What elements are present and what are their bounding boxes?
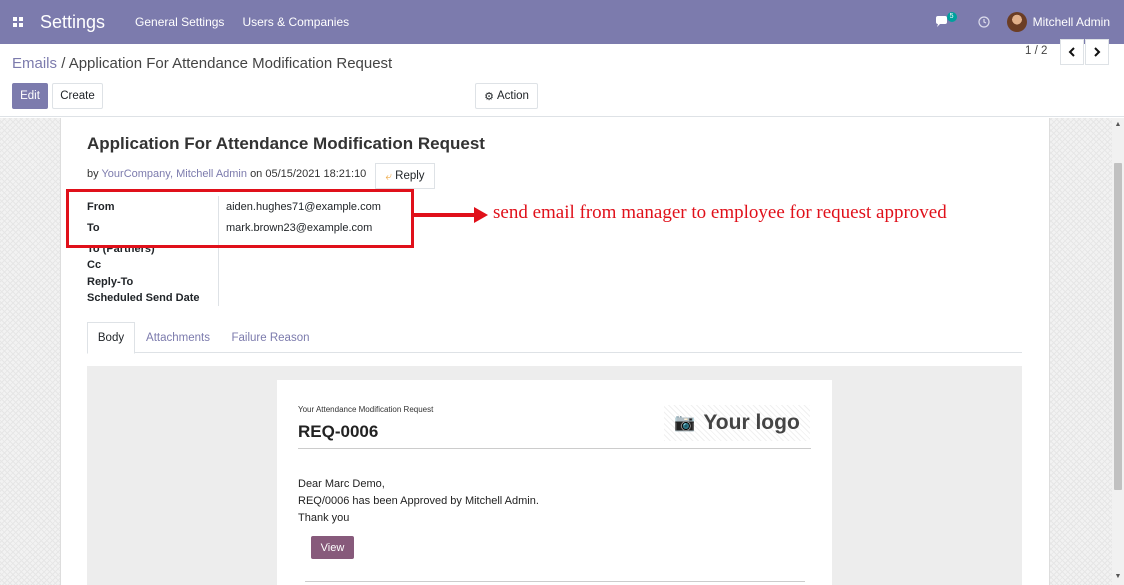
chevron-left-icon — [1068, 47, 1075, 57]
email-greeting: Dear Marc Demo, — [298, 478, 385, 490]
user-name[interactable]: Mitchell Admin — [1033, 15, 1110, 29]
scrollbar-thumb[interactable] — [1114, 163, 1122, 490]
create-button[interactable]: Create — [52, 83, 103, 109]
tab-attachments[interactable]: Attachments — [139, 322, 217, 353]
annotation-arrow-line — [414, 213, 476, 217]
gear-icon: ⚙ — [484, 90, 494, 103]
chat-count-badge: 5 — [946, 12, 957, 22]
annotation-highlight-box — [66, 189, 414, 248]
camera-icon: 📷 — [674, 413, 696, 432]
logo-text: Your logo — [703, 411, 800, 434]
user-avatar[interactable] — [1006, 12, 1027, 32]
email-reference: REQ-0006 — [298, 422, 379, 441]
scroll-down-arrow-icon[interactable]: ▼ — [1114, 573, 1122, 581]
tab-body[interactable]: Body — [87, 322, 135, 354]
reply-label: Reply — [395, 170, 425, 182]
chevron-right-icon — [1094, 47, 1101, 57]
author-link[interactable]: YourCompany, Mitchell Admin — [101, 168, 247, 180]
mail-subject: Application For Attendance Modification … — [87, 134, 485, 153]
email-message: REQ/0006 has been Approved by Mitchell A… — [298, 495, 539, 507]
app-title[interactable]: Settings — [40, 12, 105, 33]
view-button[interactable]: View — [311, 536, 354, 559]
control-panel: Emails / Application For Attendance Modi… — [0, 44, 1124, 117]
annotation-text: send email from manager to employee for … — [493, 202, 947, 223]
reply-button[interactable]: ⤶ Reply — [375, 163, 435, 189]
annotation-arrow-head-icon — [474, 207, 488, 223]
company-logo: 📷 Your logo — [664, 405, 810, 441]
action-button[interactable]: ⚙ Action — [475, 83, 538, 109]
breadcrumb-emails-link[interactable]: Emails — [12, 55, 57, 72]
menu-users-companies[interactable]: Users & Companies — [242, 15, 349, 29]
top-navbar: Settings General Settings Users & Compan… — [0, 0, 1124, 44]
notebook-tabs: Body Attachments Failure Reason — [87, 322, 1022, 354]
email-subtitle: Your Attendance Modification Request — [298, 405, 434, 414]
on-prefix: on — [250, 168, 263, 180]
pager-previous-button[interactable] — [1060, 39, 1084, 65]
scroll-up-arrow-icon[interactable]: ▲ — [1114, 121, 1122, 129]
edit-button[interactable]: Edit — [12, 83, 48, 109]
breadcrumb-separator: / — [61, 55, 66, 72]
field-label-cc: Cc — [87, 259, 102, 271]
tab-failure-reason[interactable]: Failure Reason — [223, 322, 318, 353]
chat-icon[interactable]: 5 — [933, 12, 961, 32]
mail-author-line: by YourCompany, Mitchell Admin on 05/15/… — [87, 168, 366, 180]
activity-clock-icon[interactable] — [975, 13, 993, 31]
email-closing: Thank you — [298, 512, 350, 524]
pager-next-button[interactable] — [1085, 39, 1109, 65]
email-divider — [298, 448, 811, 449]
action-label: Action — [496, 90, 529, 102]
mail-date: 05/15/2021 18:21:10 — [265, 168, 367, 180]
apps-menu-icon[interactable] — [0, 0, 36, 44]
email-bottom-divider — [305, 581, 805, 582]
by-prefix: by — [87, 168, 99, 180]
field-label-scheduled-send-date: Scheduled Send Date — [87, 292, 200, 304]
field-label-reply-to: Reply-To — [87, 276, 134, 288]
menu-general-settings[interactable]: General Settings — [135, 15, 224, 29]
breadcrumb-current: Application For Attendance Modification … — [68, 55, 393, 72]
breadcrumb: Emails / Application For Attendance Modi… — [12, 55, 392, 72]
reply-icon: ⤶ — [385, 168, 393, 183]
pager-value[interactable]: 1 / 2 — [1025, 45, 1047, 57]
